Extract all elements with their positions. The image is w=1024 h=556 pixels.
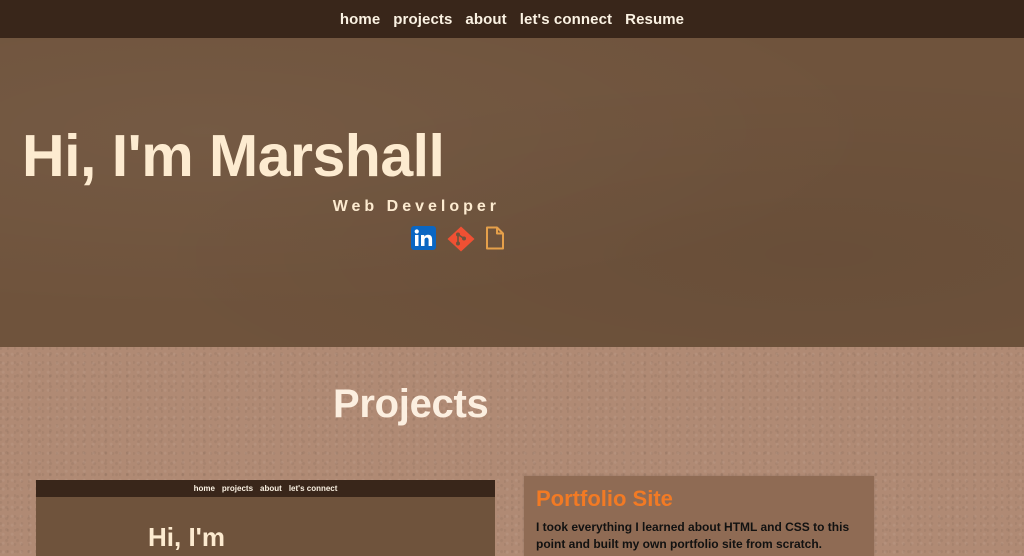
nav-link-home[interactable]: home: [340, 11, 380, 28]
project-preview-image[interactable]: home projects about let's connect Hi, I'…: [36, 480, 495, 556]
preview-nav: home projects about let's connect: [36, 480, 495, 497]
nav-link-connect[interactable]: let's connect: [520, 11, 612, 28]
preview-nav-projects: projects: [221, 484, 254, 493]
preview-nav-connect: let's connect: [288, 484, 338, 493]
linkedin-icon[interactable]: [410, 226, 438, 250]
nav-link-about[interactable]: about: [465, 11, 506, 28]
git-icon[interactable]: [447, 226, 475, 252]
hero-section: Hi, I'm Marshall Web Developer: [0, 38, 1024, 347]
project-card[interactable]: Portfolio Site I took everything I learn…: [524, 476, 874, 556]
projects-section: Projects home projects about let's conne…: [0, 347, 1024, 556]
top-nav: home projects about let's connect Resume: [0, 0, 1024, 38]
hero-title: Hi, I'm Marshall: [22, 123, 445, 189]
preview-nav-home: home: [193, 484, 215, 493]
project-title: Portfolio Site: [536, 486, 673, 511]
projects-heading: Projects: [333, 382, 489, 426]
resume-file-icon[interactable]: [484, 226, 512, 250]
social-links: [410, 226, 512, 252]
preview-nav-about: about: [260, 484, 282, 493]
project-description: I took everything I learned about HTML a…: [536, 520, 850, 551]
preview-hero-title: Hi, I'm: [148, 522, 225, 552]
nav-link-projects[interactable]: projects: [393, 11, 452, 28]
hero-subtitle: Web Developer: [332, 198, 500, 215]
nav-link-resume[interactable]: Resume: [625, 11, 684, 28]
